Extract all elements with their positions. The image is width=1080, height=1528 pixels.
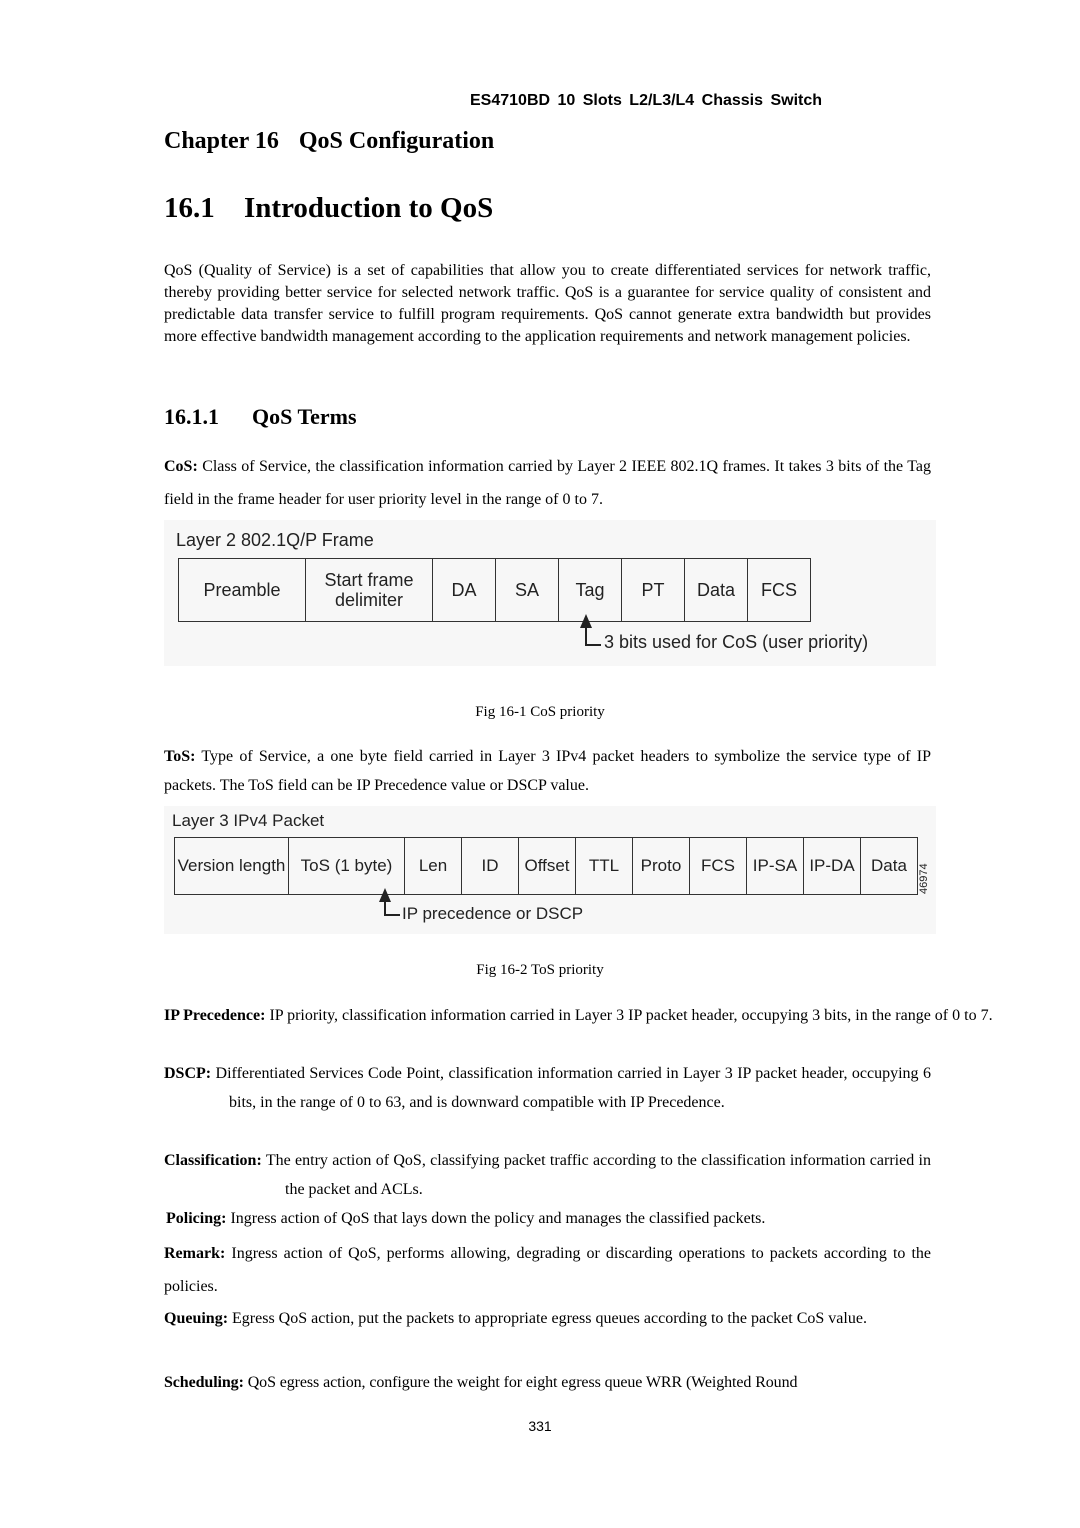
section-title: Introduction to QoS <box>244 192 494 224</box>
term-label: Queuing: <box>164 1310 229 1327</box>
frame-field: Tag <box>558 558 622 622</box>
subsection-number: 16.1.1 <box>164 404 219 429</box>
page-number: 331 <box>528 1418 552 1434</box>
term-tos: ToS: Type of Service, a one byte field c… <box>164 742 931 800</box>
term-remark: Remark: Ingress action of QoS, performs … <box>164 1237 931 1303</box>
figure-caption: Fig 16-2 ToS priority <box>476 962 604 978</box>
figure-cos-frame: Layer 2 802.1Q/P Frame Preamble Start fr… <box>164 520 936 666</box>
term-cos: CoS: Class of Service, the classificatio… <box>164 450 931 516</box>
packet-field: Offset <box>518 837 576 895</box>
frame-field: PT <box>621 558 685 622</box>
figure-title: Layer 2 802.1Q/P Frame <box>176 530 374 550</box>
packet-field: TTL <box>575 837 633 895</box>
term-label: IP Precedence: <box>164 1007 266 1024</box>
running-header: ES4710BD 10 Slots L2/L3/L4 Chassis Switc… <box>470 92 823 109</box>
packet-field: ToS (1 byte) <box>288 837 405 895</box>
term-text: QoS egress action, configure the weight … <box>243 1374 798 1391</box>
packet-field: Len <box>404 837 462 895</box>
section-heading: 16.1 Introduction to QoS <box>164 192 493 225</box>
figure-id: 46974 <box>918 863 930 894</box>
term-text: Differentiated Services Code Point, clas… <box>211 1065 931 1111</box>
term-scheduling: Scheduling: QoS egress action, configure… <box>164 1368 931 1397</box>
pointer-line <box>585 626 601 646</box>
packet-field: IP-SA <box>746 837 804 895</box>
packet-fields-table: Version length ToS (1 byte) Len ID Offse… <box>174 837 918 895</box>
term-classification: Classification: The entry action of QoS,… <box>164 1146 931 1204</box>
term-text: Type of Service, a one byte field carrie… <box>164 748 931 794</box>
frame-fields-table: Preamble Start frame delimiter DA SA Tag… <box>178 558 811 622</box>
frame-field: DA <box>432 558 496 622</box>
figure-tos-packet: Layer 3 IPv4 Packet Version length ToS (… <box>164 806 936 934</box>
packet-field: Proto <box>632 837 690 895</box>
subsection-title: QoS Terms <box>252 404 357 429</box>
term-label: ToS: <box>164 748 196 765</box>
frame-field: Preamble <box>178 558 306 622</box>
section-number: 16.1 <box>164 192 215 224</box>
term-label: Scheduling: <box>164 1374 244 1391</box>
chapter-title: QoS Configuration <box>298 128 495 154</box>
subsection-heading: 16.1.1 QoS Terms <box>164 404 357 430</box>
term-label: Policing: <box>166 1210 227 1227</box>
intro-paragraph: QoS (Quality of Service) is a set of cap… <box>164 262 931 345</box>
term-label: CoS: <box>164 458 198 475</box>
term-ip-precedence: IP Precedence: IP priority, classificati… <box>164 1001 1061 1030</box>
figure-caption: Fig 16-1 CoS priority <box>475 704 605 720</box>
term-dscp: DSCP: Differentiated Services Code Point… <box>164 1059 931 1117</box>
term-label: Remark: <box>164 1245 226 1262</box>
term-text: The entry action of QoS, classifying pac… <box>261 1152 931 1198</box>
chapter-heading: Chapter 16 QoS Configuration <box>164 128 494 155</box>
term-text: Egress QoS action, put the packets to ap… <box>228 1310 867 1327</box>
packet-field: Version length <box>174 837 289 895</box>
figure-title: Layer 3 IPv4 Packet <box>172 811 325 830</box>
frame-field: SA <box>495 558 559 622</box>
term-label: Classification: <box>164 1152 262 1169</box>
term-queuing: Queuing: Egress QoS action, put the pack… <box>164 1302 931 1335</box>
packet-field: Data <box>860 837 918 895</box>
pointer-line <box>384 900 400 916</box>
figure-note: 3 bits used for CoS (user priority) <box>604 632 869 652</box>
packet-field: IP-DA <box>803 837 861 895</box>
term-text: IP priority, classification information … <box>265 1007 993 1024</box>
term-label: DSCP: <box>164 1065 212 1082</box>
term-text: Class of Service, the classification inf… <box>164 458 931 508</box>
figure-note: IP precedence or DSCP <box>402 904 584 923</box>
term-text: Ingress action of QoS, performs allowing… <box>164 1245 931 1295</box>
frame-field: FCS <box>747 558 811 622</box>
chapter-label: Chapter 16 <box>164 128 279 154</box>
term-policing: Policing: Ingress action of QoS that lay… <box>166 1204 933 1233</box>
frame-field: Start frame delimiter <box>305 558 433 622</box>
term-text: Ingress action of QoS that lays down the… <box>226 1210 766 1227</box>
frame-field: Data <box>684 558 748 622</box>
packet-field: ID <box>461 837 519 895</box>
packet-field: FCS <box>689 837 747 895</box>
